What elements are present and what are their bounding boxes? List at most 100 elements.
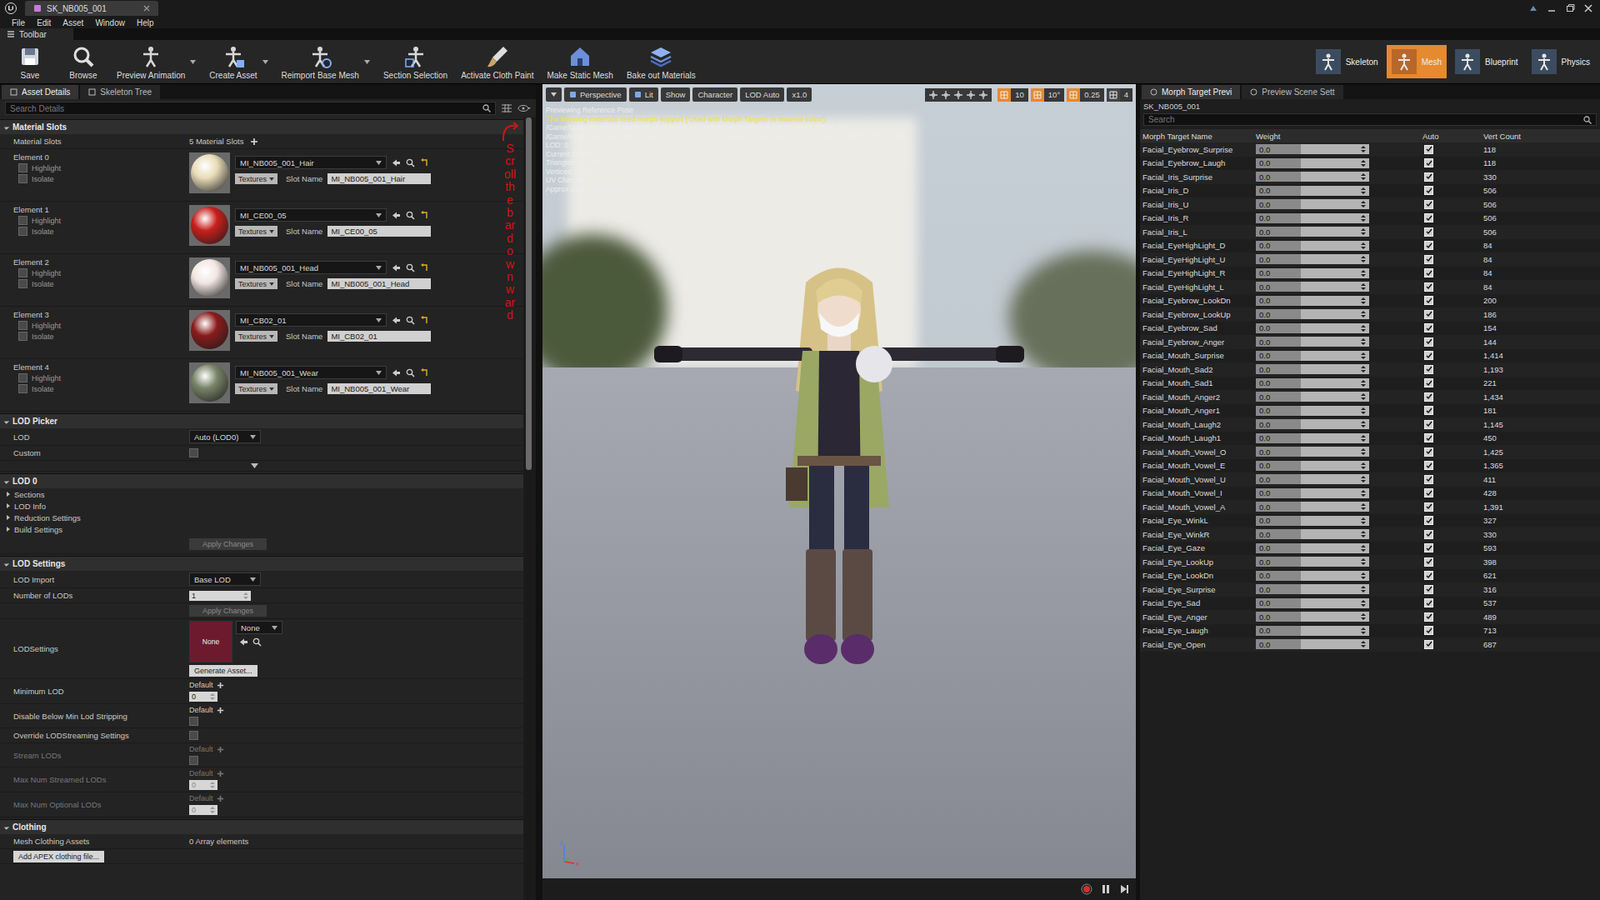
transform-tool-icon[interactable] bbox=[953, 90, 964, 100]
material-thumbnail[interactable] bbox=[189, 205, 230, 246]
morph-target-row[interactable]: Facial_Mouth_Laugh20.01,145 bbox=[1140, 417, 1600, 432]
morph-target-row[interactable]: Facial_Mouth_Sad10.0221 bbox=[1140, 376, 1600, 391]
slot-name-field[interactable]: MI_NB005_001_Hair bbox=[327, 173, 431, 185]
morph-target-row[interactable]: Facial_Eyebrow_LookDn0.0200 bbox=[1140, 294, 1600, 309]
weight-field[interactable]: 0.0 bbox=[1255, 515, 1370, 526]
textures-button[interactable]: Textures bbox=[235, 330, 278, 342]
morph-target-row[interactable]: Facial_Mouth_Vowel_O0.01,425 bbox=[1140, 445, 1600, 460]
auto-checkbox[interactable] bbox=[1424, 323, 1434, 333]
add-icon[interactable] bbox=[216, 681, 225, 690]
material-dropdown[interactable]: MI_NB005_001_Hair bbox=[235, 155, 387, 170]
morph-target-row[interactable]: Facial_Eye_WinkR0.0330 bbox=[1140, 527, 1600, 542]
weight-field[interactable]: 0.0 bbox=[1255, 460, 1370, 471]
auto-checkbox[interactable] bbox=[1424, 185, 1434, 195]
number-field[interactable]: 0 bbox=[189, 691, 218, 702]
morph-target-row[interactable]: Facial_EyeHighLight_U0.084 bbox=[1140, 252, 1600, 267]
weight-field[interactable]: 0.0 bbox=[1255, 474, 1370, 485]
apply-changes-button[interactable]: Apply Changes bbox=[189, 605, 267, 617]
transform-tool-icon[interactable] bbox=[978, 90, 989, 100]
auto-checkbox[interactable] bbox=[1424, 145, 1434, 155]
morph-target-row[interactable]: Facial_Mouth_Vowel_A0.01,391 bbox=[1140, 500, 1600, 515]
auto-checkbox[interactable] bbox=[1424, 515, 1434, 525]
mode-button[interactable]: Skeleton bbox=[1310, 45, 1384, 79]
number-field[interactable]: 0 bbox=[189, 780, 218, 790]
slot-name-field[interactable]: MI_CE00_05 bbox=[327, 225, 431, 237]
morph-target-row[interactable]: Facial_Eye_Gaze0.0593 bbox=[1140, 541, 1600, 556]
morph-target-row[interactable]: Facial_Mouth_Vowel_U0.0411 bbox=[1140, 472, 1600, 487]
morph-target-row[interactable]: Facial_Eyebrow_Surprise0.0118 bbox=[1140, 142, 1600, 157]
panel-tab[interactable]: Asset Details bbox=[1, 85, 79, 100]
menu-item[interactable]: Window bbox=[95, 18, 125, 28]
weight-field[interactable]: 0.0 bbox=[1255, 488, 1370, 499]
weight-field[interactable]: 0.0 bbox=[1255, 226, 1370, 237]
weight-field[interactable]: 0.0 bbox=[1255, 598, 1370, 609]
auto-checkbox[interactable] bbox=[1424, 268, 1434, 278]
minimize-icon[interactable] bbox=[1546, 3, 1557, 14]
weight-field[interactable]: 0.0 bbox=[1255, 240, 1370, 251]
dropdown-arrow-icon[interactable] bbox=[364, 60, 370, 65]
toolbar-button[interactable]: Make Static Mesh bbox=[541, 44, 618, 80]
weight-field[interactable]: 0.0 bbox=[1255, 419, 1370, 430]
panel-tab[interactable]: Skeleton Tree bbox=[80, 85, 160, 100]
add-icon[interactable] bbox=[216, 795, 225, 803]
number-field[interactable]: 1 bbox=[189, 590, 251, 601]
transform-tool-icon[interactable] bbox=[928, 90, 939, 100]
textures-button[interactable]: Textures bbox=[235, 173, 278, 185]
add-icon[interactable] bbox=[216, 706, 225, 715]
add-icon[interactable] bbox=[216, 770, 225, 778]
reset-yellow-arrow-icon[interactable] bbox=[420, 210, 430, 220]
grid-view-icon[interactable] bbox=[500, 103, 513, 114]
mode-button[interactable]: Mesh bbox=[1386, 45, 1447, 79]
section-header[interactable]: LOD Settings bbox=[0, 555, 524, 571]
morph-target-row[interactable]: Facial_Eye_Anger0.0489 bbox=[1140, 610, 1600, 625]
auto-checkbox[interactable] bbox=[1424, 213, 1434, 223]
material-dropdown[interactable]: MI_CB02_01 bbox=[235, 313, 387, 327]
dropdown-arrow-icon[interactable] bbox=[190, 60, 196, 65]
isolate-checkbox[interactable]: Isolate bbox=[13, 226, 190, 236]
morph-target-row[interactable]: Facial_EyeHighLight_D0.084 bbox=[1140, 239, 1600, 254]
weight-field[interactable]: 0.0 bbox=[1255, 501, 1370, 512]
auto-checkbox[interactable] bbox=[1424, 392, 1434, 402]
weight-field[interactable]: 0.0 bbox=[1255, 529, 1370, 540]
section-header[interactable]: LOD Picker bbox=[0, 413, 524, 429]
material-thumbnail[interactable] bbox=[189, 310, 230, 351]
weight-field[interactable]: 0.0 bbox=[1255, 158, 1370, 169]
use-selected-arrow-icon[interactable] bbox=[391, 263, 401, 273]
auto-checkbox[interactable] bbox=[1424, 612, 1434, 622]
snap-toggle-icon[interactable] bbox=[1066, 88, 1080, 102]
morph-target-row[interactable]: Facial_Mouth_Anger10.0181 bbox=[1140, 404, 1600, 419]
auto-checkbox[interactable] bbox=[1424, 337, 1434, 347]
property-checkbox[interactable] bbox=[189, 716, 199, 726]
highlight-checkbox[interactable]: Highlight bbox=[13, 320, 190, 330]
material-dropdown[interactable]: MI_NB005_001_Wear bbox=[235, 365, 387, 380]
toolbar-button[interactable]: Create Asset bbox=[204, 44, 262, 80]
snap-setting[interactable]: 0.25 bbox=[1066, 88, 1105, 102]
browse-magnifier-icon[interactable] bbox=[405, 158, 415, 168]
morph-target-row[interactable]: Facial_Mouth_Surprise0.01,414 bbox=[1140, 349, 1600, 364]
notification-icon[interactable] bbox=[1528, 3, 1539, 14]
toolbar-button[interactable]: Activate Cloth Paint bbox=[455, 44, 539, 80]
reset-yellow-arrow-icon[interactable] bbox=[420, 263, 430, 273]
dropdown-arrow-icon[interactable] bbox=[262, 60, 269, 65]
use-selected-arrow-icon[interactable] bbox=[391, 158, 401, 168]
character-model[interactable] bbox=[639, 257, 1040, 708]
add-icon[interactable] bbox=[216, 745, 225, 754]
asset-dropdown[interactable]: None bbox=[235, 620, 283, 635]
morph-search-field[interactable]: Search bbox=[1143, 113, 1597, 126]
isolate-checkbox[interactable]: Isolate bbox=[13, 331, 190, 341]
close-tab-icon[interactable] bbox=[143, 5, 150, 12]
weight-field[interactable]: 0.0 bbox=[1255, 309, 1370, 320]
auto-checkbox[interactable] bbox=[1424, 530, 1434, 540]
weight-field[interactable]: 0.0 bbox=[1255, 144, 1370, 155]
weight-field[interactable]: 0.0 bbox=[1255, 336, 1370, 347]
viewport[interactable]: PerspectiveLitShowCharacterLOD Autox1.01… bbox=[542, 84, 1136, 900]
weight-field[interactable]: 0.0 bbox=[1255, 268, 1370, 279]
material-thumbnail[interactable] bbox=[189, 152, 230, 194]
column-header[interactable]: Morph Target Name bbox=[1142, 131, 1256, 141]
material-thumbnail[interactable] bbox=[189, 362, 230, 404]
weight-field[interactable]: 0.0 bbox=[1255, 323, 1370, 334]
panel-tab[interactable]: Morph Target Previ bbox=[1141, 85, 1240, 100]
eye-icon[interactable] bbox=[517, 103, 531, 114]
highlight-checkbox[interactable]: Highlight bbox=[13, 163, 190, 173]
weight-field[interactable]: 0.0 bbox=[1255, 584, 1370, 595]
